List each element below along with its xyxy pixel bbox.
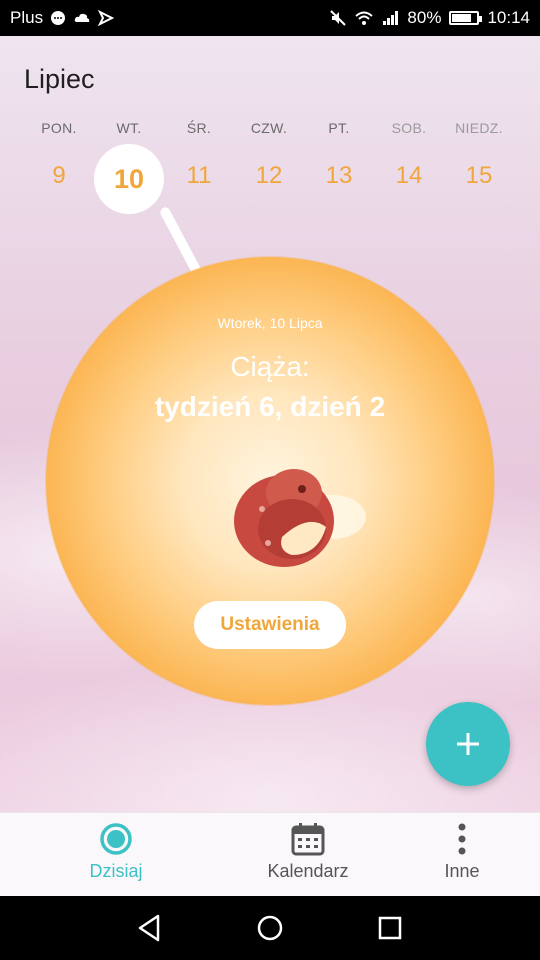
day-date[interactable]: 9 <box>24 162 94 190</box>
day-column[interactable]: NIEDZ. 15 <box>444 120 514 190</box>
day-name: WT. <box>116 120 142 136</box>
embryo-image <box>234 469 366 567</box>
day-column[interactable]: PON. 9 <box>24 120 94 190</box>
day-date[interactable]: 13 <box>304 162 374 190</box>
main-content: Lipiec PON. 9 WT. ŚR. 11 CZW. 12 PT. 13 SOB. 14 NIE… <box>0 36 540 812</box>
status-bar: Plus 80% 10:14 <box>0 0 540 36</box>
day-date[interactable]: 14 <box>374 162 444 190</box>
day-name: CZW. <box>250 120 288 136</box>
nav-label-calendar: Kalendarz <box>267 861 349 881</box>
selected-day-number[interactable]: 10 <box>94 144 164 214</box>
day-date[interactable]: 15 <box>444 162 514 190</box>
battery-percent: 80% <box>407 8 442 27</box>
wifi-icon <box>355 11 374 25</box>
today-ring-icon <box>100 823 132 855</box>
back-icon[interactable] <box>134 912 166 944</box>
clock: 10:14 <box>487 8 530 27</box>
signal-icon <box>383 11 399 25</box>
nav-label-today: Dzisiaj <box>89 861 143 881</box>
app-notification-icon <box>97 9 115 27</box>
battery-icon <box>449 11 483 25</box>
day-column[interactable]: CZW. 12 <box>234 120 304 190</box>
day-column[interactable]: PT. 13 <box>304 120 374 190</box>
add-button[interactable] <box>426 702 510 786</box>
day-date[interactable]: 12 <box>234 162 304 190</box>
day-column[interactable]: SOB. 14 <box>374 120 444 190</box>
mute-icon <box>330 10 347 26</box>
cloud-icon <box>74 13 90 22</box>
nav-item-calendar[interactable]: Kalendarz <box>238 813 378 897</box>
bottom-navigation: Dzisiaj Kalendarz Inne <box>0 812 540 896</box>
plus-icon <box>457 733 479 755</box>
message-icon <box>51 11 66 25</box>
calendar-icon <box>291 823 325 856</box>
pregnancy-title: Ciąża: <box>230 351 310 382</box>
nav-item-more[interactable]: Inne <box>392 813 532 897</box>
recent-apps-icon[interactable] <box>374 912 406 944</box>
settings-button[interactable]: Ustawienia <box>194 601 346 649</box>
today-card: Wtorek, 10 Lipca Ciąża: tydzień 6, dzień… <box>46 257 494 705</box>
day-name: ŚR. <box>186 120 212 136</box>
home-icon[interactable] <box>254 912 286 944</box>
day-name: PON. <box>41 120 77 136</box>
more-vertical-icon <box>458 823 466 855</box>
system-navigation-bar <box>0 896 540 960</box>
month-title: Lipiec <box>24 64 95 94</box>
nav-item-today[interactable]: Dzisiaj <box>46 813 186 897</box>
day-name: NIEDZ. <box>455 120 503 136</box>
nav-label-more: Inne <box>444 861 480 881</box>
carrier-label: Plus <box>10 8 44 27</box>
day-date[interactable]: 11 <box>164 162 234 190</box>
day-name: PT. <box>328 120 350 136</box>
card-date: Wtorek, 10 Lipca <box>217 315 323 331</box>
pregnancy-week: tydzień 6, dzień 2 <box>154 391 386 422</box>
day-name: SOB. <box>391 120 427 136</box>
day-column[interactable]: ŚR. 11 <box>164 120 234 190</box>
